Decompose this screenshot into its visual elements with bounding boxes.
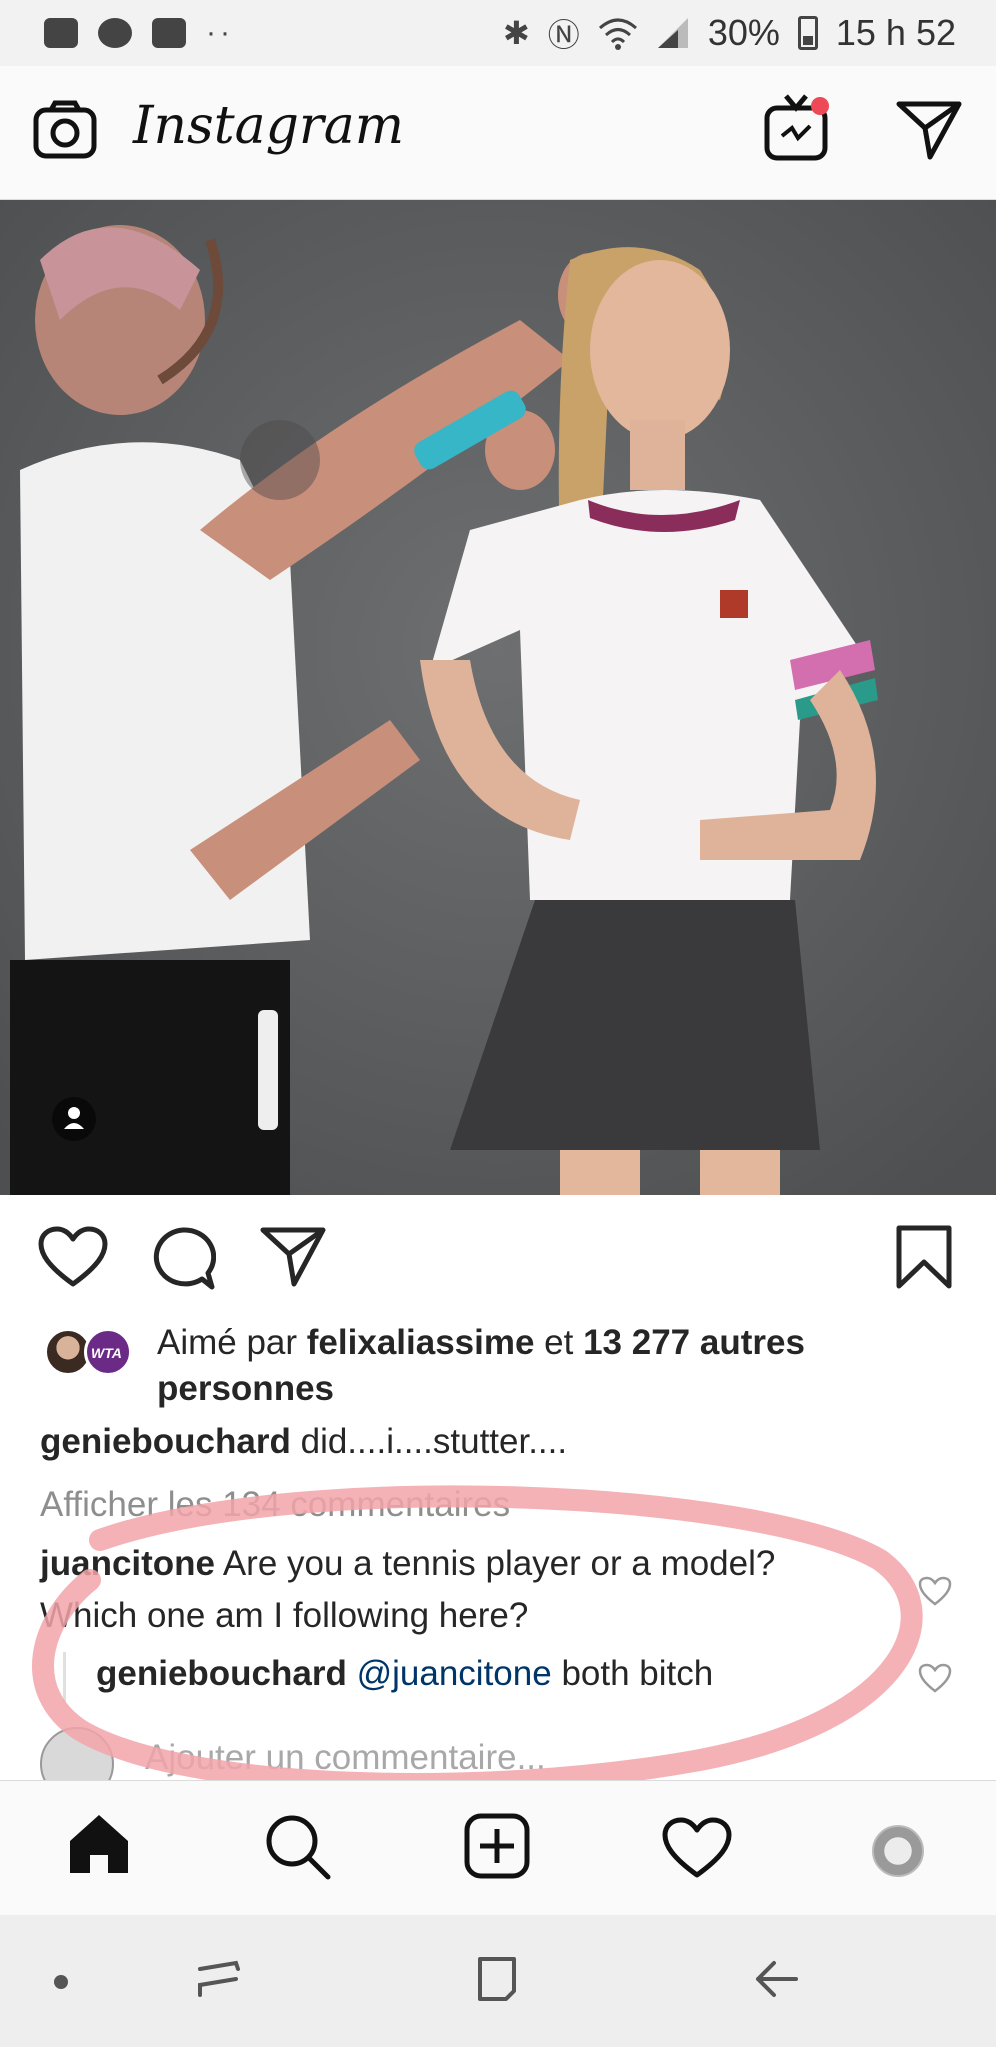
comment: juancitone Are you a tennis player or a … [40, 1538, 880, 1642]
system-nav-bar [0, 1915, 996, 2047]
recents-icon[interactable] [196, 1955, 242, 2001]
home-icon[interactable] [66, 1811, 132, 1877]
share-icon[interactable] [260, 1226, 326, 1288]
avatar[interactable]: WTA [84, 1328, 132, 1376]
reply-mention[interactable]: @juancitone [357, 1654, 552, 1693]
more-notifications-dots: ·· [206, 16, 234, 49]
liker-username[interactable]: felixaliassime [307, 1323, 535, 1362]
direct-message-icon[interactable] [896, 100, 962, 160]
comment-like-icon[interactable] [918, 1576, 952, 1606]
activity-heart-icon[interactable] [662, 1817, 732, 1879]
signal-icon [657, 18, 688, 48]
messenger-icon [98, 18, 132, 48]
add-comment-input[interactable]: Ajouter un commentaire... [145, 1738, 546, 1778]
battery-percent: 30% [707, 12, 780, 53]
igtv-icon[interactable] [764, 92, 834, 162]
reply-like-icon[interactable] [918, 1663, 952, 1693]
activity-app-icon [44, 18, 78, 48]
wifi-icon [598, 18, 637, 50]
back-icon[interactable] [752, 1959, 798, 1999]
bookmark-icon[interactable] [895, 1224, 953, 1290]
view-all-comments-link[interactable]: Afficher les 134 commentaires [40, 1485, 510, 1525]
reply-thread-line [63, 1652, 66, 1702]
caption-text: did....i....stutter.... [290, 1422, 568, 1461]
bottom-nav [0, 1780, 996, 1915]
post-caption: geniebouchard did....i....stutter.... [40, 1422, 567, 1462]
camera-icon[interactable] [33, 100, 97, 160]
search-icon[interactable] [264, 1813, 332, 1881]
new-post-icon[interactable] [464, 1813, 530, 1879]
outlook-icon [152, 18, 186, 48]
dot-icon [54, 1975, 68, 1989]
clock: 15 h 52 [835, 12, 956, 53]
avatar [40, 1727, 114, 1780]
avatar-badge-text: WTA [91, 1345, 122, 1361]
profile-avatar[interactable] [872, 1825, 924, 1877]
status-bar: ·· ✱ Ⓝ 30% 15 h 52 [0, 0, 996, 66]
like-heart-icon[interactable] [38, 1226, 108, 1288]
caption-username[interactable]: geniebouchard [40, 1422, 291, 1461]
likes-text[interactable]: Aimé par felixaliassime et 13 277 autres… [157, 1320, 957, 1412]
comment-username[interactable]: juancitone [40, 1544, 215, 1583]
tagged-user-icon[interactable] [52, 1097, 96, 1141]
likes-prefix: Aimé par [157, 1323, 307, 1362]
app-header: Instagram [0, 66, 996, 200]
battery-icon [797, 16, 818, 50]
notification-dot [811, 97, 829, 115]
liked-by-avatars[interactable]: WTA [44, 1328, 144, 1382]
nfc-icon: Ⓝ [547, 17, 580, 53]
home-square-icon[interactable] [474, 1955, 520, 2003]
reply-username[interactable]: geniebouchard [96, 1654, 347, 1693]
post-image[interactable] [0, 200, 996, 1195]
comment-icon[interactable] [150, 1226, 216, 1292]
bluetooth-icon: ✱ [502, 15, 530, 51]
reply-text: both bitch [551, 1654, 714, 1693]
likes-connector: et [534, 1323, 584, 1362]
post-actions [0, 1200, 996, 1312]
add-comment-row[interactable]: Ajouter un commentaire... [0, 1724, 996, 1780]
comment-reply: geniebouchard @juancitone both bitch [96, 1654, 713, 1694]
instagram-logo: Instagram [133, 96, 405, 156]
